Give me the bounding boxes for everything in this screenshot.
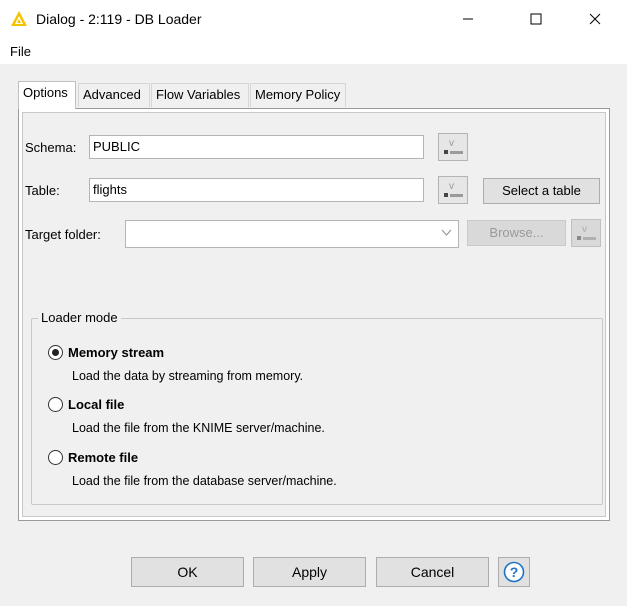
target-folder-label: Target folder: <box>25 227 101 242</box>
tab-advanced[interactable]: Advanced <box>78 83 150 107</box>
schema-flow-variable-button[interactable]: v <box>438 133 468 161</box>
ok-button[interactable]: OK <box>131 557 244 587</box>
radio-remote-file[interactable]: Remote file <box>48 450 138 465</box>
memory-stream-description: Load the data by streaming from memory. <box>72 369 304 383</box>
local-file-description: Load the file from the KNIME server/mach… <box>72 421 325 435</box>
radio-memory-stream[interactable]: Memory stream <box>48 345 164 360</box>
svg-text:v: v <box>449 181 454 192</box>
question-mark-help-icon: ? <box>503 561 525 583</box>
flow-variable-icon: v <box>444 181 463 197</box>
menu-bar: File <box>0 38 627 64</box>
schema-input[interactable]: PUBLIC <box>89 135 424 159</box>
flow-variable-icon: v <box>444 138 463 154</box>
radio-button[interactable] <box>48 397 63 412</box>
minimize-button[interactable] <box>445 0 491 38</box>
radio-local-file[interactable]: Local file <box>48 397 124 412</box>
chevron-down-icon <box>441 229 452 236</box>
tab-memory-policy[interactable]: Memory Policy <box>250 83 346 107</box>
loader-mode-group: Loader mode Memory stream Load the data … <box>31 310 603 505</box>
svg-text:v: v <box>582 224 587 235</box>
target-folder-flow-variable-button[interactable]: v <box>571 219 601 247</box>
memory-stream-label: Memory stream <box>68 345 165 360</box>
title-bar: Dialog - 2:119 - DB Loader <box>0 0 627 38</box>
tab-flow-variables[interactable]: Flow Variables <box>151 83 249 107</box>
cancel-button[interactable]: Cancel <box>376 557 489 587</box>
svg-text:v: v <box>449 138 454 149</box>
maximize-icon <box>530 13 542 25</box>
options-inner-panel: Schema: PUBLIC v Table: flights v Select <box>22 112 606 517</box>
radio-button[interactable] <box>48 450 63 465</box>
help-button[interactable]: ? <box>498 557 530 587</box>
svg-text:?: ? <box>510 564 519 580</box>
dialog-client-area: Options Advanced Flow Variables Memory P… <box>0 64 627 606</box>
menu-file[interactable]: File <box>10 44 31 59</box>
remote-file-description: Load the file from the database server/m… <box>72 474 337 488</box>
table-flow-variable-button[interactable]: v <box>438 176 468 204</box>
target-folder-combo[interactable] <box>125 220 459 248</box>
loader-mode-title: Loader mode <box>38 310 121 325</box>
browse-button[interactable]: Browse... <box>467 220 566 246</box>
schema-label: Schema: <box>25 140 77 155</box>
flow-variable-icon: v <box>577 224 596 240</box>
knime-warning-triangle-icon <box>11 11 27 26</box>
local-file-label: Local file <box>68 397 125 412</box>
maximize-button[interactable] <box>513 0 559 38</box>
select-table-button[interactable]: Select a table <box>483 178 600 204</box>
radio-button-checked[interactable] <box>48 345 63 360</box>
options-tab-panel: Schema: PUBLIC v Table: flights v Select <box>18 108 610 521</box>
remote-file-label: Remote file <box>68 450 139 465</box>
window-title: Dialog - 2:119 - DB Loader <box>36 11 202 27</box>
apply-button[interactable]: Apply <box>253 557 366 587</box>
tab-options[interactable]: Options <box>18 81 76 109</box>
close-icon <box>589 13 601 25</box>
table-label: Table: <box>25 183 60 198</box>
close-button[interactable] <box>572 0 618 38</box>
table-input[interactable]: flights <box>89 178 424 202</box>
minimize-icon <box>463 18 473 20</box>
